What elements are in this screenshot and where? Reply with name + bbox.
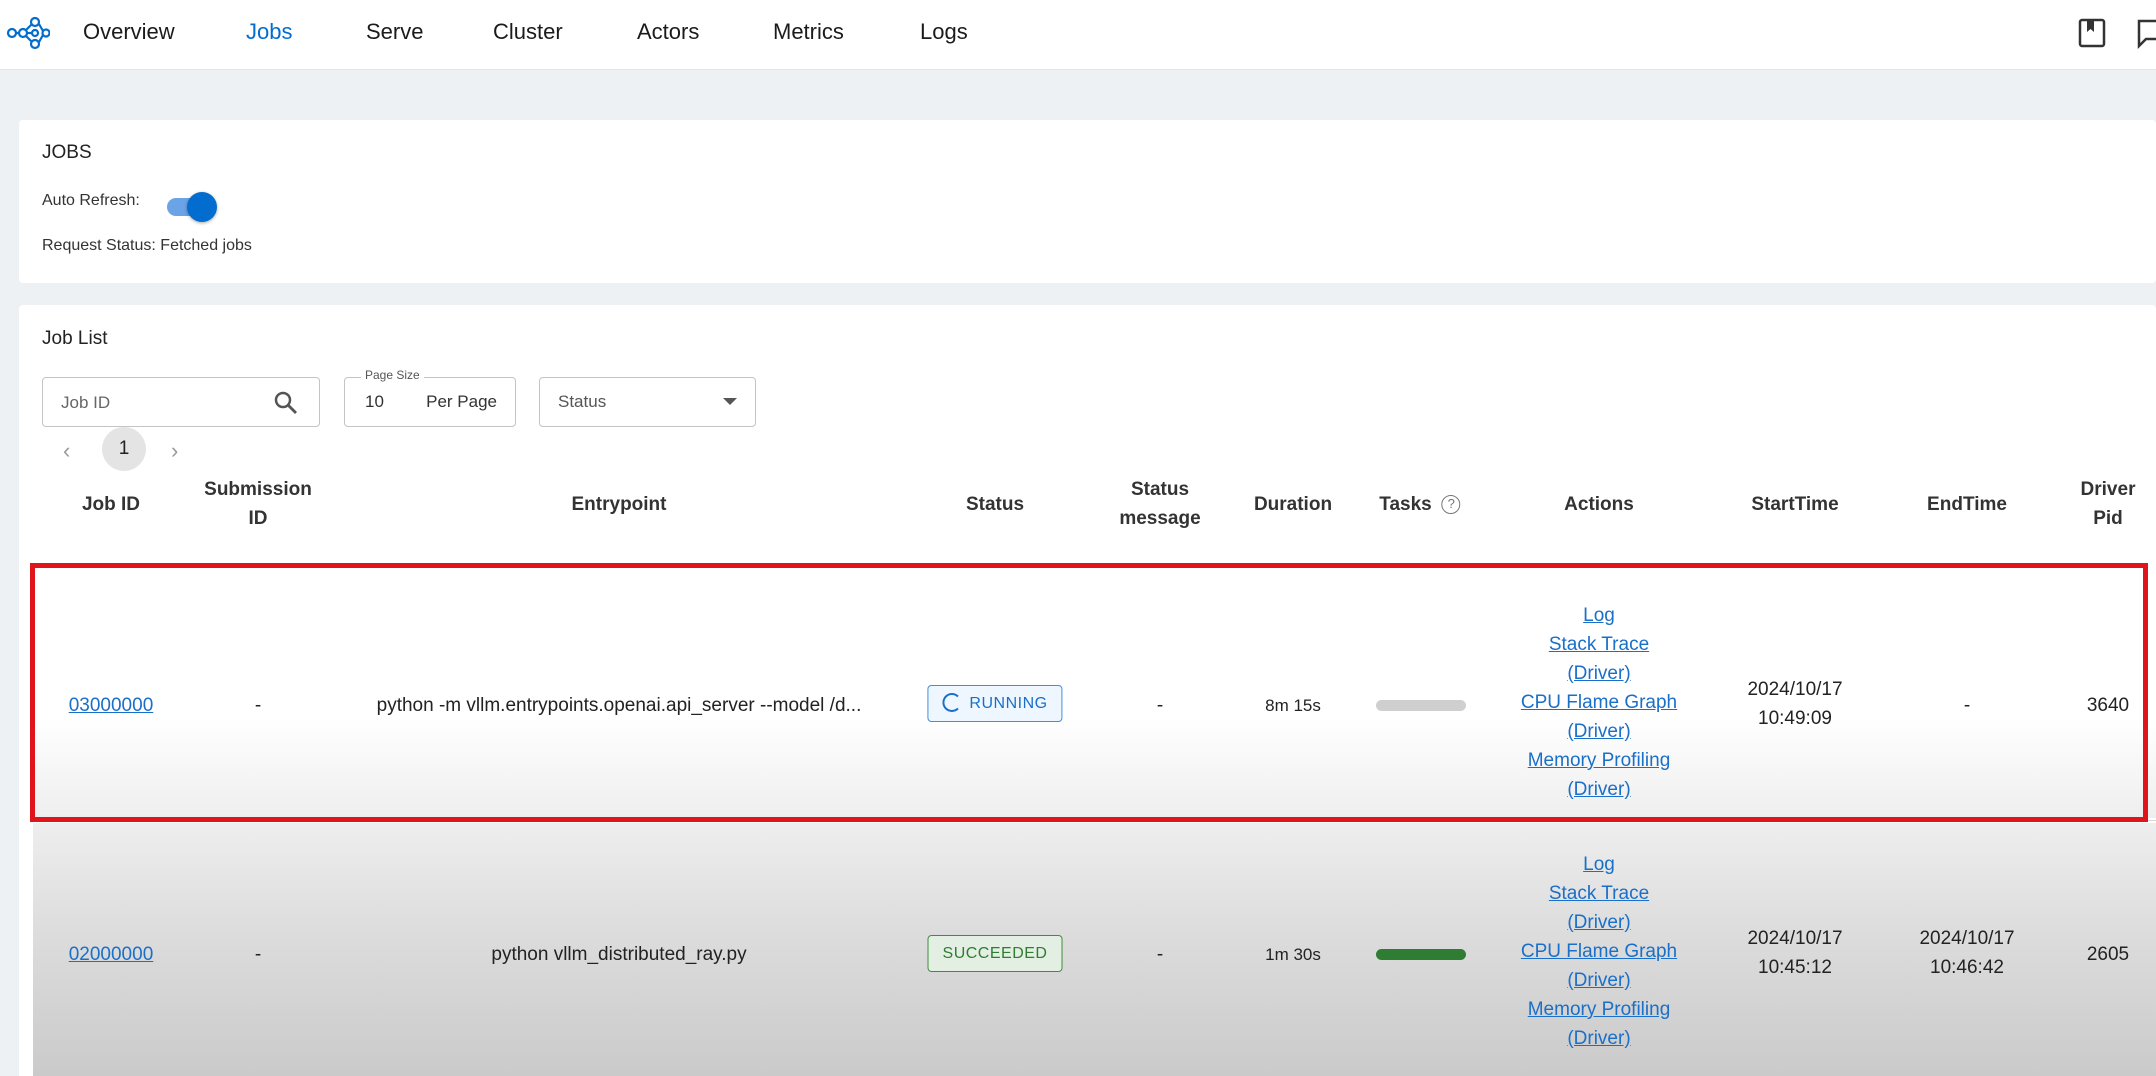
pager-prev-button[interactable]: ‹ xyxy=(63,438,70,464)
start-time-cell: 2024/10/17 10:49:09 xyxy=(1747,675,1842,733)
col-header-duration[interactable]: Duration xyxy=(1254,490,1332,519)
ray-logo-icon[interactable] xyxy=(6,11,50,55)
help-icon[interactable]: ? xyxy=(1441,495,1461,514)
duration-cell: 1m 30s xyxy=(1265,945,1321,964)
nav-serve[interactable]: Serve xyxy=(366,19,423,45)
status-message-cell: - xyxy=(1156,695,1164,716)
docs-book-icon[interactable] xyxy=(2075,16,2109,50)
col-header-status-message-line2: message xyxy=(1119,508,1201,529)
duration-cell: 8m 15s xyxy=(1265,696,1321,715)
status-badge-label: RUNNING xyxy=(969,695,1048,712)
nav-jobs[interactable]: Jobs xyxy=(246,19,292,45)
col-header-tasks[interactable]: Tasks? xyxy=(1379,490,1461,519)
stack-trace-driver-link[interactable]: (Driver) xyxy=(1521,908,1677,937)
tasks-progress-bar xyxy=(1376,949,1466,960)
submission-id-cell: - xyxy=(254,695,262,716)
nav-cluster[interactable]: Cluster xyxy=(493,19,563,45)
pager-next-button[interactable]: › xyxy=(171,438,178,464)
end-date: 2024/10/17 xyxy=(1919,928,2015,949)
nav-metrics[interactable]: Metrics xyxy=(773,19,844,45)
status-badge-succeeded: SUCCEEDED xyxy=(927,935,1063,972)
col-header-driver-pid-line2: Pid xyxy=(2093,508,2123,529)
log-link[interactable]: Log xyxy=(1521,601,1677,630)
jobs-card-title: JOBS xyxy=(42,142,92,163)
col-header-entrypoint[interactable]: Entrypoint xyxy=(572,490,667,519)
status-message-cell: - xyxy=(1156,944,1164,965)
col-header-tasks-label: Tasks xyxy=(1379,494,1432,515)
cpu-flame-graph-driver-link[interactable]: (Driver) xyxy=(1521,717,1677,746)
memory-profiling-driver-link[interactable]: (Driver) xyxy=(1521,1024,1677,1053)
stack-trace-link[interactable]: Stack Trace xyxy=(1521,879,1677,908)
loading-spinner-icon xyxy=(942,693,962,712)
auto-refresh-label: Auto Refresh: xyxy=(42,192,140,209)
status-filter-placeholder: Status xyxy=(558,392,607,411)
jobs-card: JOBS Auto Refresh: Request Status: Fetch… xyxy=(19,120,2156,283)
log-link[interactable]: Log xyxy=(1521,850,1677,879)
col-header-submission-id[interactable]: Submission ID xyxy=(204,475,312,533)
col-header-status-message-line1: Status xyxy=(1130,479,1190,500)
end-time-cell: - xyxy=(1963,695,1971,716)
start-clock: 10:49:09 xyxy=(1758,708,1832,729)
col-header-status[interactable]: Status xyxy=(966,490,1024,519)
nav-logs[interactable]: Logs xyxy=(920,19,968,45)
stack-trace-link[interactable]: Stack Trace xyxy=(1521,630,1677,659)
cpu-flame-graph-link[interactable]: CPU Flame Graph xyxy=(1521,937,1677,966)
top-nav: Overview Jobs Serve Cluster Actors Metri… xyxy=(0,0,2156,70)
page-size-label: Page Size xyxy=(361,368,424,382)
status-filter-select[interactable]: Status xyxy=(539,377,756,427)
col-header-job-id[interactable]: Job ID xyxy=(82,490,140,519)
nav-overview[interactable]: Overview xyxy=(83,19,175,45)
job-id-link[interactable]: 03000000 xyxy=(69,691,154,720)
start-date: 2024/10/17 xyxy=(1747,679,1843,700)
actions-cell: Log Stack Trace (Driver) CPU Flame Graph… xyxy=(1521,850,1677,1053)
col-header-actions[interactable]: Actions xyxy=(1564,490,1634,519)
page-size-field[interactable]: Page Size 10 Per Page xyxy=(344,368,516,427)
memory-profiling-link[interactable]: Memory Profiling xyxy=(1521,746,1677,775)
actions-cell: Log Stack Trace (Driver) CPU Flame Graph… xyxy=(1521,601,1677,804)
entrypoint-cell: python -m vllm.entrypoints.openai.api_se… xyxy=(376,695,862,716)
job-id-link[interactable]: 02000000 xyxy=(69,940,154,969)
search-icon[interactable] xyxy=(273,390,299,416)
end-time-cell: 2024/10/17 10:46:42 xyxy=(1919,924,2014,982)
cpu-flame-graph-link[interactable]: CPU Flame Graph xyxy=(1521,688,1677,717)
col-header-start-time[interactable]: StartTime xyxy=(1751,490,1838,519)
driver-pid-cell: 2605 xyxy=(2086,944,2130,965)
col-header-driver-pid-line1: Driver xyxy=(2080,479,2136,500)
submission-id-cell: - xyxy=(254,944,262,965)
start-date: 2024/10/17 xyxy=(1747,928,1843,949)
feedback-icon[interactable] xyxy=(2134,16,2156,50)
memory-profiling-driver-link[interactable]: (Driver) xyxy=(1521,775,1677,804)
auto-refresh-toggle[interactable] xyxy=(163,190,219,222)
request-status: Request Status: Fetched jobs xyxy=(42,237,252,254)
col-header-status-message[interactable]: Status message xyxy=(1119,475,1200,533)
start-time-cell: 2024/10/17 10:45:12 xyxy=(1747,924,1842,982)
col-header-submission-id-line2: ID xyxy=(248,508,268,529)
col-header-submission-id-line1: Submission xyxy=(204,479,312,500)
col-header-end-time[interactable]: EndTime xyxy=(1927,490,2007,519)
end-clock: 10:46:42 xyxy=(1930,957,2004,978)
job-id-search-input[interactable] xyxy=(61,391,261,415)
per-page-label: Per Page xyxy=(426,392,497,411)
status-badge-running: RUNNING xyxy=(927,685,1063,722)
nav-actors[interactable]: Actors xyxy=(637,19,699,45)
job-list-card: Job List Page Size 10 Per Page Status ‹ … xyxy=(19,305,2156,1076)
col-header-driver-pid[interactable]: Driver Pid xyxy=(2081,475,2136,533)
dropdown-caret-icon xyxy=(723,398,737,405)
pager-page-button[interactable]: 1 xyxy=(102,427,146,471)
entrypoint-cell: python vllm_distributed_ray.py xyxy=(491,944,747,965)
job-id-search-field[interactable] xyxy=(42,377,320,427)
driver-pid-cell: 3640 xyxy=(2086,695,2130,716)
stack-trace-driver-link[interactable]: (Driver) xyxy=(1521,659,1677,688)
tasks-progress-bar xyxy=(1376,700,1466,711)
cpu-flame-graph-driver-link[interactable]: (Driver) xyxy=(1521,966,1677,995)
page-size-value[interactable]: 10 xyxy=(365,392,384,412)
row-divider xyxy=(33,820,2156,821)
toggle-knob xyxy=(187,192,217,222)
start-clock: 10:45:12 xyxy=(1758,957,1832,978)
memory-profiling-link[interactable]: Memory Profiling xyxy=(1521,995,1677,1024)
job-list-title: Job List xyxy=(42,328,108,349)
